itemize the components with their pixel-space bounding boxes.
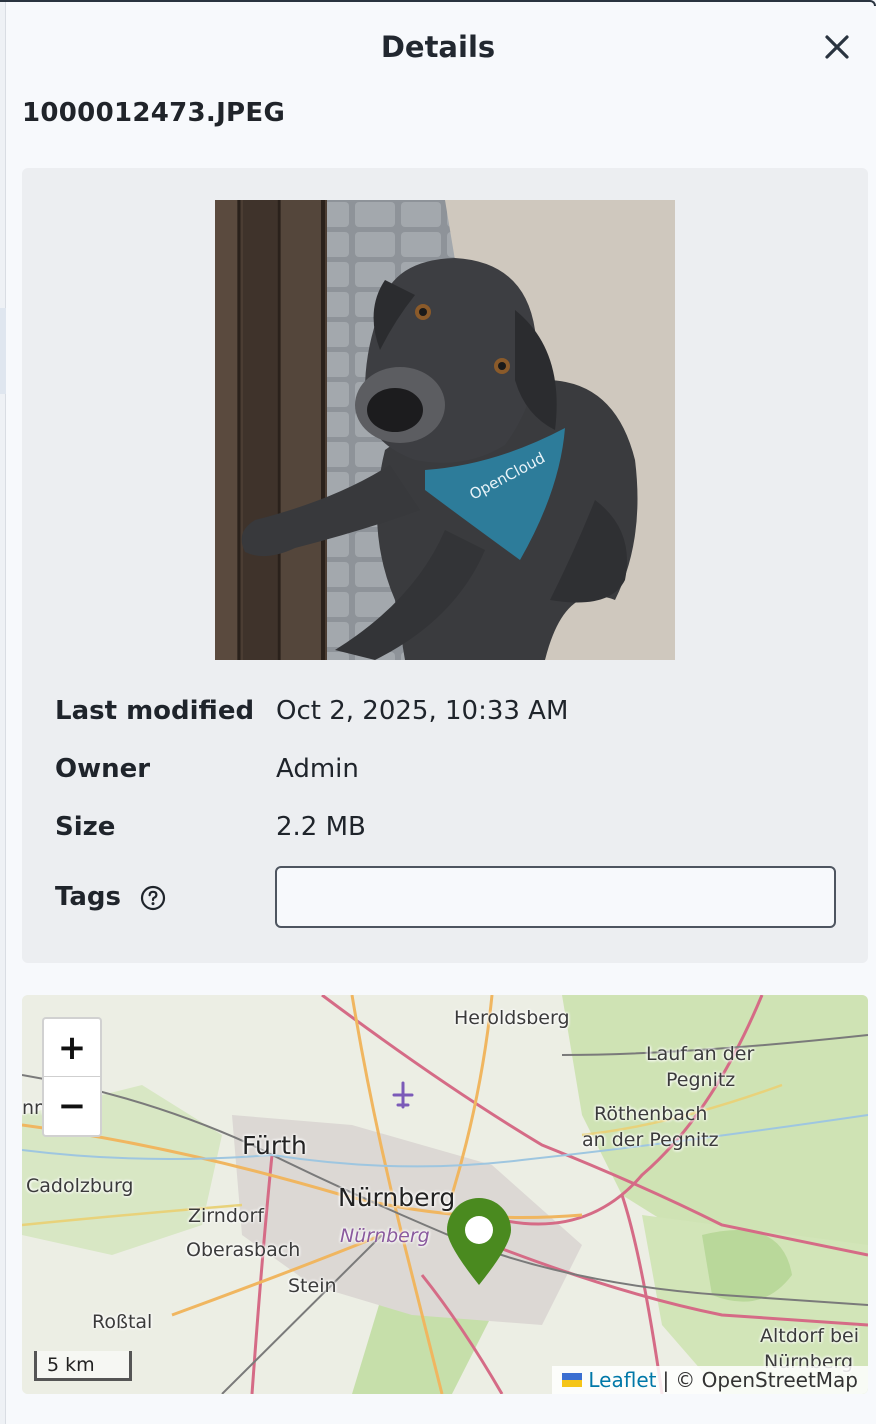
details-header: Details	[0, 18, 876, 78]
panel-top-border	[0, 0, 876, 6]
map-label-stein: Stein	[288, 1275, 337, 1297]
image-preview[interactable]: OpenCloud	[215, 200, 675, 660]
zoom-out-button[interactable]: −	[44, 1077, 100, 1135]
tags-label-wrap: Tags	[55, 882, 166, 912]
leaflet-link[interactable]: Leaflet	[588, 1368, 656, 1392]
left-panel-marker	[0, 308, 6, 394]
owner-label: Owner	[55, 754, 151, 784]
map-scale: 5 km	[34, 1351, 132, 1381]
location-map[interactable]: Heroldsberg Lauf an der Pegnitz Röthenba…	[22, 995, 868, 1394]
map-label-fuerth: Fürth	[242, 1131, 307, 1160]
map-label-zirndorf: Zirndorf	[188, 1205, 264, 1227]
map-label-oberasbach: Oberasbach	[186, 1239, 301, 1261]
map-label-nuernberg-small: Nürnberg	[340, 1225, 430, 1247]
help-circle-icon[interactable]	[140, 885, 166, 911]
attribution-separator: |	[662, 1368, 670, 1392]
map-label-nuernberg: Nürnberg	[338, 1183, 456, 1212]
file-name: 1000012473.JPEG	[22, 98, 286, 128]
last-modified-value: Oct 2, 2025, 10:33 AM	[276, 696, 569, 726]
ukraine-flag-icon	[562, 1373, 583, 1387]
tags-input[interactable]	[275, 866, 836, 928]
last-modified-row: Last modified Oct 2, 2025, 10:33 AM	[55, 696, 835, 736]
last-modified-label: Last modified	[55, 696, 255, 726]
close-button[interactable]	[820, 30, 854, 64]
panel-title: Details	[380, 30, 496, 64]
map-label-roethenbach-2: an der Pegnitz	[582, 1129, 719, 1151]
file-info-card: OpenCloud Last modified Oct 2, 2025, 10:…	[22, 168, 868, 963]
osm-attribution[interactable]: © OpenStreetMap	[675, 1368, 858, 1392]
map-label-cadolzburg: Cadolzburg	[26, 1175, 134, 1197]
left-panel-edge	[0, 0, 6, 1424]
dog-photo: OpenCloud	[215, 200, 675, 660]
map-label-altdorf-1: Altdorf bei	[760, 1325, 859, 1347]
tags-label: Tags	[55, 882, 122, 912]
size-row: Size 2.2 MB	[55, 812, 835, 852]
close-icon	[825, 35, 849, 59]
size-label: Size	[55, 812, 116, 842]
owner-value: Admin	[276, 754, 359, 784]
map-attribution: Leaflet | © OpenStreetMap	[552, 1366, 868, 1394]
map-label-roethenbach-1: Röthenbach	[594, 1103, 708, 1125]
map-label-lauf-2: Pegnitz	[666, 1069, 736, 1091]
map-zoom-control: + −	[42, 1017, 102, 1137]
map-label-heroldsberg: Heroldsberg	[454, 1007, 570, 1029]
owner-row: Owner Admin	[55, 754, 835, 794]
map-label-rosstal: Roßtal	[92, 1311, 153, 1333]
zoom-in-button[interactable]: +	[44, 1019, 100, 1077]
map-label-lauf-1: Lauf an der	[646, 1043, 755, 1065]
size-value: 2.2 MB	[276, 812, 366, 842]
